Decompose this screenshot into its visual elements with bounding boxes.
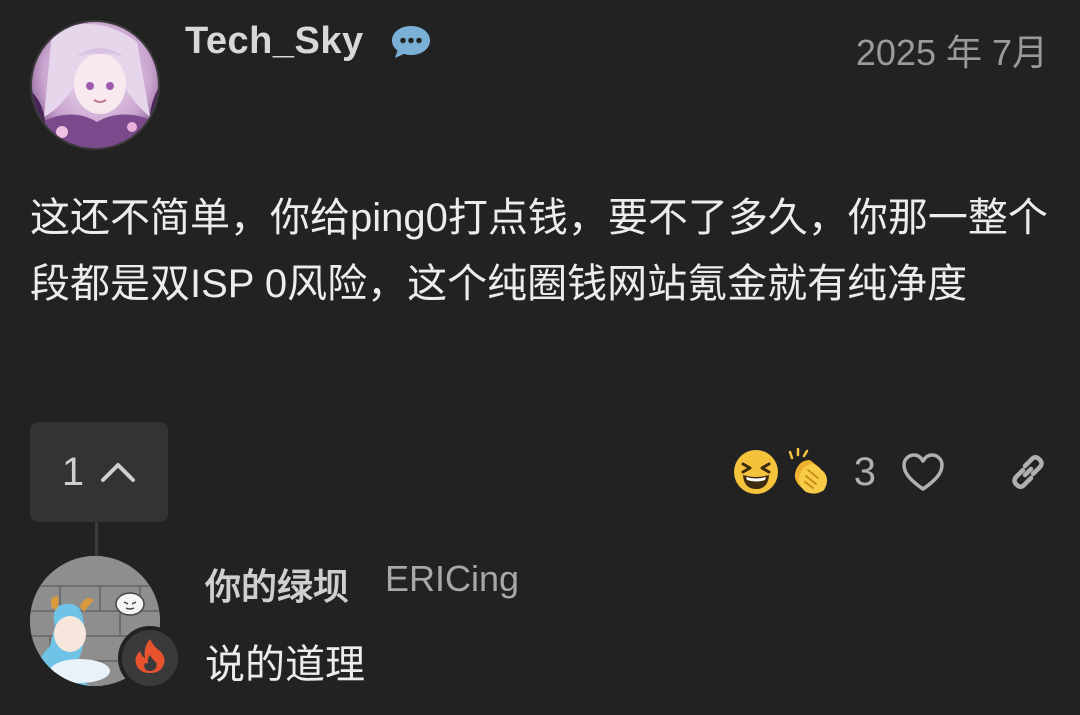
fire-icon [133, 637, 167, 680]
reply-display-name[interactable]: 你的绿坝 [205, 558, 349, 610]
chat-bubble-icon[interactable] [390, 24, 432, 60]
post-date[interactable]: 2025 年 7月 [856, 24, 1048, 76]
author-avatar[interactable] [30, 20, 160, 150]
reaction-count: 3 [853, 449, 876, 494]
post-actions: 3 [732, 440, 1050, 504]
link-icon[interactable] [1006, 450, 1050, 494]
reply-body: 说的道理 [205, 643, 365, 687]
grinning-squinting-face-emoji[interactable] [732, 448, 780, 496]
fire-flair-badge[interactable] [118, 626, 182, 690]
post-body: 这还不简单，你给ping0打点钱，要不了多久，你那一整个段都是双ISP 0风险，… [30, 196, 1048, 306]
author-name[interactable]: Tech_Sky [185, 20, 364, 63]
reply-count: 1 [61, 449, 85, 494]
show-replies-button[interactable]: 1 [30, 422, 168, 522]
clapping-hands-emoji[interactable] [784, 448, 832, 496]
reply-username[interactable]: ERICing [385, 558, 519, 600]
post-container: Tech_Sky 2025 年 7月 这还不简单，你给ping0打点钱，要不了多… [0, 0, 1080, 715]
heart-icon[interactable] [900, 451, 946, 493]
chevron-up-icon [100, 460, 136, 484]
